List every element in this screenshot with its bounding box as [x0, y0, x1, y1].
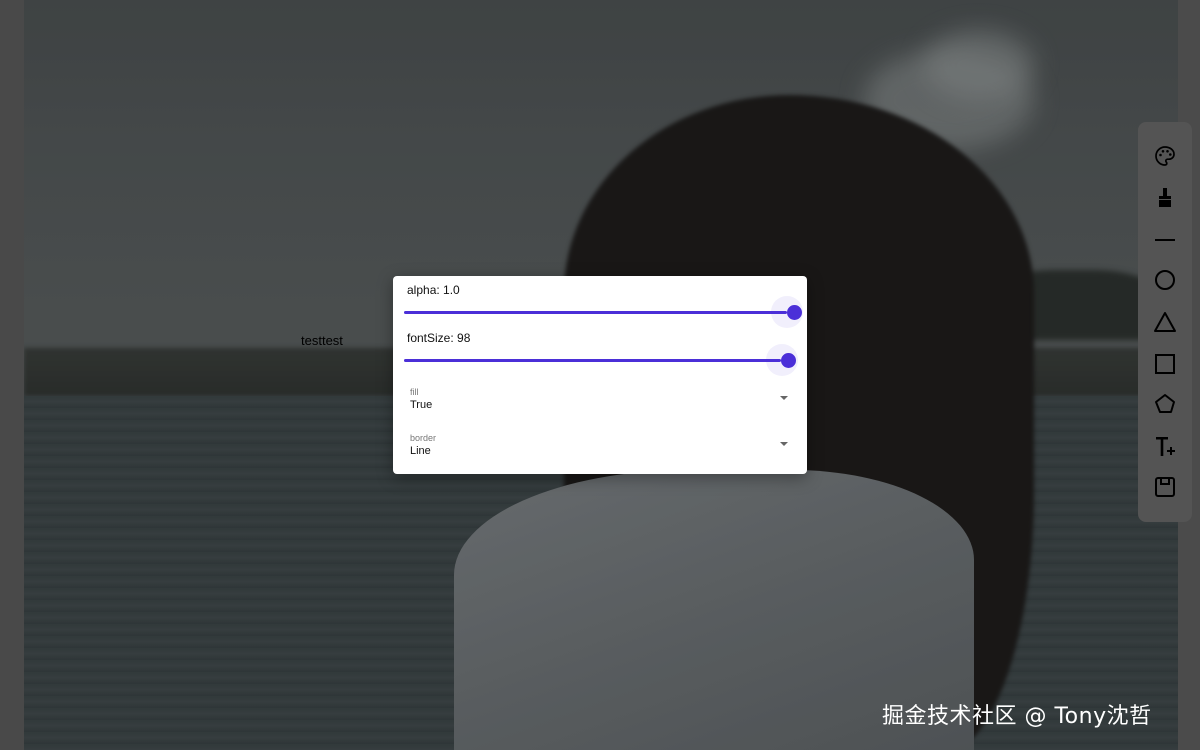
pentagon-icon: [1155, 394, 1175, 413]
brush-icon: [1159, 188, 1171, 207]
brush-button[interactable]: [1151, 184, 1179, 212]
line-icon: [1155, 239, 1175, 241]
add-text-icon: [1156, 437, 1175, 456]
watermark: 掘金技术社区 @ Tony沈哲: [882, 704, 1152, 729]
border-value: Line: [410, 445, 431, 457]
text-tool-button[interactable]: [1151, 432, 1179, 460]
fill-caption: fill: [410, 387, 419, 397]
square-icon: [1155, 354, 1175, 374]
polygon-tool-button[interactable]: [1151, 390, 1179, 418]
text-settings-dialog: alpha: 1.0 fontSize: 98 fill True border…: [393, 276, 807, 474]
canvas-text-item[interactable]: testtest: [301, 333, 343, 348]
circle-icon: [1155, 270, 1175, 290]
drawing-toolbar: [1138, 122, 1192, 522]
alpha-label: alpha: 1.0: [407, 283, 460, 297]
font-size-slider[interactable]: [404, 344, 798, 376]
line-tool-button[interactable]: [1151, 226, 1179, 254]
border-caption: border: [410, 433, 437, 443]
chevron-down-icon: [780, 442, 788, 446]
square-tool-button[interactable]: [1151, 350, 1179, 378]
fill-dropdown[interactable]: fill True: [410, 387, 792, 423]
palette-icon: [1155, 146, 1175, 166]
alpha-slider-thumb[interactable]: [787, 305, 802, 320]
triangle-icon: [1154, 312, 1176, 332]
palette-button[interactable]: [1151, 142, 1179, 170]
save-icon: [1155, 477, 1175, 497]
font-size-label: fontSize: 98: [407, 331, 471, 345]
font-size-slider-track: [404, 359, 781, 362]
alpha-slider[interactable]: [404, 296, 803, 328]
alpha-slider-track: [404, 311, 787, 314]
font-size-slider-thumb[interactable]: [781, 353, 796, 368]
triangle-tool-button[interactable]: [1151, 308, 1179, 336]
save-button[interactable]: [1151, 473, 1179, 501]
border-dropdown[interactable]: border Line: [410, 433, 792, 469]
chevron-down-icon: [780, 396, 788, 400]
fill-value: True: [410, 399, 433, 411]
circle-tool-button[interactable]: [1151, 266, 1179, 294]
